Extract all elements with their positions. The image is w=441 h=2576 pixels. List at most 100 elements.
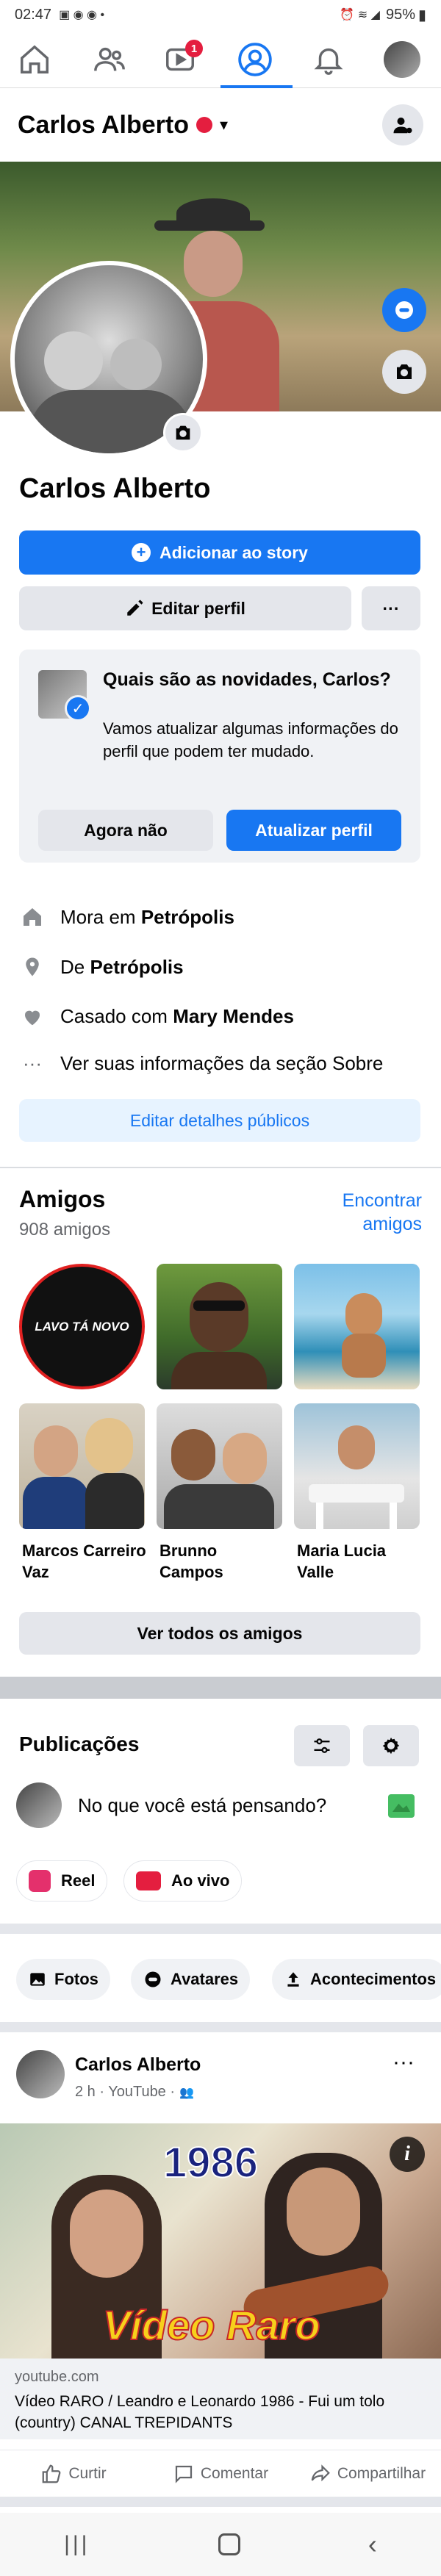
like-button[interactable]: Curtir bbox=[0, 2463, 147, 2485]
avatar-face-icon bbox=[145, 1971, 161, 1987]
gear-icon bbox=[382, 1737, 400, 1755]
pencil-icon bbox=[127, 600, 143, 616]
back-icon[interactable]: ‹ bbox=[368, 2529, 377, 2560]
person-settings-icon bbox=[393, 118, 412, 134]
home-button-icon[interactable] bbox=[218, 2533, 240, 2555]
camera-icon bbox=[397, 364, 412, 379]
header-name[interactable]: Carlos Alberto bbox=[18, 111, 189, 140]
thumbs-up-icon bbox=[42, 2464, 61, 2483]
signal-icon: ⏰ ≋ ◢ bbox=[340, 9, 380, 21]
friend-photo[interactable]: LAVO TÁ NOVO bbox=[19, 1264, 145, 1389]
reel-button[interactable]: Reel bbox=[16, 1860, 108, 1902]
home-icon[interactable] bbox=[18, 43, 51, 80]
thumbnail-year: 1986 bbox=[162, 2138, 259, 2187]
sliders-icon bbox=[314, 1738, 330, 1753]
post-actions: Curtir Comentar Compartilhar bbox=[0, 2450, 441, 2497]
section-divider bbox=[0, 1677, 441, 1699]
filter-posts-button[interactable] bbox=[294, 1725, 350, 1766]
heart-icon bbox=[24, 1010, 40, 1025]
friend-name[interactable]: Marcos Carreiro Vaz bbox=[22, 1540, 148, 1583]
see-all-friends-button[interactable]: Ver todos os amigos bbox=[19, 1612, 420, 1655]
find-friends-link[interactable]: Encontrar amigos bbox=[316, 1189, 422, 1236]
edit-profile-button[interactable]: Editar perfil bbox=[19, 586, 351, 630]
friend-name[interactable]: Brunno Campos bbox=[159, 1540, 285, 1583]
friends-title: Amigos bbox=[19, 1186, 106, 1212]
top-nav: 1 bbox=[0, 29, 441, 88]
plus-circle-icon: + bbox=[132, 543, 151, 562]
live-button[interactable]: Ao vivo bbox=[123, 1860, 243, 1902]
cover-camera-button[interactable] bbox=[382, 350, 426, 394]
friend-logo-text: LAVO TÁ NOVO bbox=[35, 1319, 129, 1334]
profile-name: Carlos Alberto bbox=[19, 473, 211, 504]
posts-settings-button[interactable] bbox=[363, 1725, 419, 1766]
friend-photo[interactable] bbox=[294, 1403, 420, 1529]
not-now-button[interactable]: Agora não bbox=[38, 810, 213, 851]
status-icons: ▣ ◉ ◉ • bbox=[59, 9, 105, 21]
battery-level: 95% bbox=[385, 6, 415, 23]
friend-photo[interactable] bbox=[294, 1264, 420, 1389]
about-lives-in: Mora em Petrópolis bbox=[19, 905, 234, 929]
friends-icon[interactable] bbox=[93, 43, 126, 80]
share-button[interactable]: Compartilhar bbox=[294, 2463, 441, 2485]
reel-icon bbox=[29, 1870, 51, 1892]
post-meta: 2 h · YouTube · 👥 bbox=[75, 2084, 194, 2100]
house-icon bbox=[24, 908, 41, 926]
friends-count: 908 amigos bbox=[19, 1220, 111, 1240]
profile-switch-button[interactable] bbox=[382, 104, 423, 145]
live-icon bbox=[136, 1871, 161, 1890]
chevron-down-icon[interactable]: ▾ bbox=[220, 115, 228, 134]
check-badge-icon: ✓ bbox=[65, 695, 91, 722]
avatars-chip[interactable]: Avatares bbox=[131, 1959, 251, 2000]
post-options-button[interactable]: ··· bbox=[392, 2050, 415, 2075]
about-see-more[interactable]: ··· Ver suas informações da seção Sobre bbox=[19, 1052, 383, 1075]
edit-public-details-button[interactable]: Editar detalhes públicos bbox=[19, 1099, 420, 1142]
post-author[interactable]: Carlos Alberto bbox=[75, 2054, 201, 2076]
camera-icon bbox=[176, 425, 190, 440]
section-divider bbox=[0, 2497, 441, 2507]
flag-icon bbox=[287, 1972, 299, 1987]
friend-name[interactable]: Maria Lucia Valle bbox=[297, 1540, 423, 1583]
menu-avatar[interactable] bbox=[384, 41, 420, 78]
recents-icon[interactable]: ||| bbox=[64, 2532, 90, 2557]
update-card-title: Quais são as novidades, Carlos? bbox=[103, 669, 391, 690]
photos-icon bbox=[30, 1973, 45, 1986]
profile-tab-icon[interactable] bbox=[237, 41, 273, 82]
composer-avatar[interactable] bbox=[16, 1782, 62, 1828]
system-nav-bar: ||| ‹ bbox=[0, 2513, 441, 2576]
link-domain: youtube.com bbox=[15, 2369, 99, 2385]
avatar-face-icon bbox=[395, 301, 413, 319]
composer-input[interactable]: No que você está pensando? bbox=[78, 1794, 326, 1817]
post-video-thumbnail[interactable]: 1986 Vídeo Raro i bbox=[0, 2123, 441, 2359]
notification-badge: 1 bbox=[185, 40, 203, 57]
friends-audience-icon: 👥 bbox=[179, 2086, 194, 2099]
status-bar: 02:47 ▣ ◉ ◉ • ⏰ ≋ ◢ 95% ▮ bbox=[0, 0, 441, 29]
section-divider bbox=[0, 1924, 441, 1934]
profile-header: Carlos Alberto ▾ bbox=[0, 88, 441, 162]
link-preview[interactable]: youtube.com Vídeo RARO / Leandro e Leona… bbox=[0, 2359, 441, 2439]
friend-photo[interactable] bbox=[157, 1264, 282, 1389]
more-options-button[interactable]: ··· bbox=[362, 586, 420, 630]
update-profile-button[interactable]: Atualizar perfil bbox=[226, 810, 401, 851]
info-icon[interactable]: i bbox=[390, 2137, 425, 2172]
about-from: De Petrópolis bbox=[19, 955, 184, 979]
share-arrow-icon bbox=[311, 2464, 330, 2481]
posts-title: Publicações bbox=[19, 1733, 140, 1755]
update-card-body: Vamos atualizar algumas informações do p… bbox=[103, 719, 398, 760]
ellipsis-icon: ··· bbox=[23, 1052, 42, 1074]
add-story-button[interactable]: + Adicionar ao story bbox=[19, 530, 420, 575]
friend-photo[interactable] bbox=[19, 1403, 145, 1529]
cover-avatar-button[interactable] bbox=[382, 288, 426, 332]
comment-icon bbox=[175, 2465, 193, 2483]
photos-chip[interactable]: Fotos bbox=[16, 1959, 110, 2000]
life-events-chip[interactable]: Acontecimentos bbox=[272, 1959, 441, 2000]
red-dot-icon bbox=[196, 117, 213, 133]
photo-icon[interactable] bbox=[388, 1794, 415, 1818]
thumbnail-caption: Vídeo Raro bbox=[102, 2301, 321, 2349]
profile-camera-button[interactable] bbox=[163, 413, 203, 453]
battery-icon: ▮ bbox=[417, 7, 426, 24]
friend-photo[interactable] bbox=[157, 1403, 282, 1529]
bell-icon[interactable] bbox=[312, 43, 345, 80]
location-pin-icon bbox=[26, 957, 39, 976]
comment-button[interactable]: Comentar bbox=[147, 2463, 294, 2485]
post-author-avatar[interactable] bbox=[16, 2050, 65, 2098]
